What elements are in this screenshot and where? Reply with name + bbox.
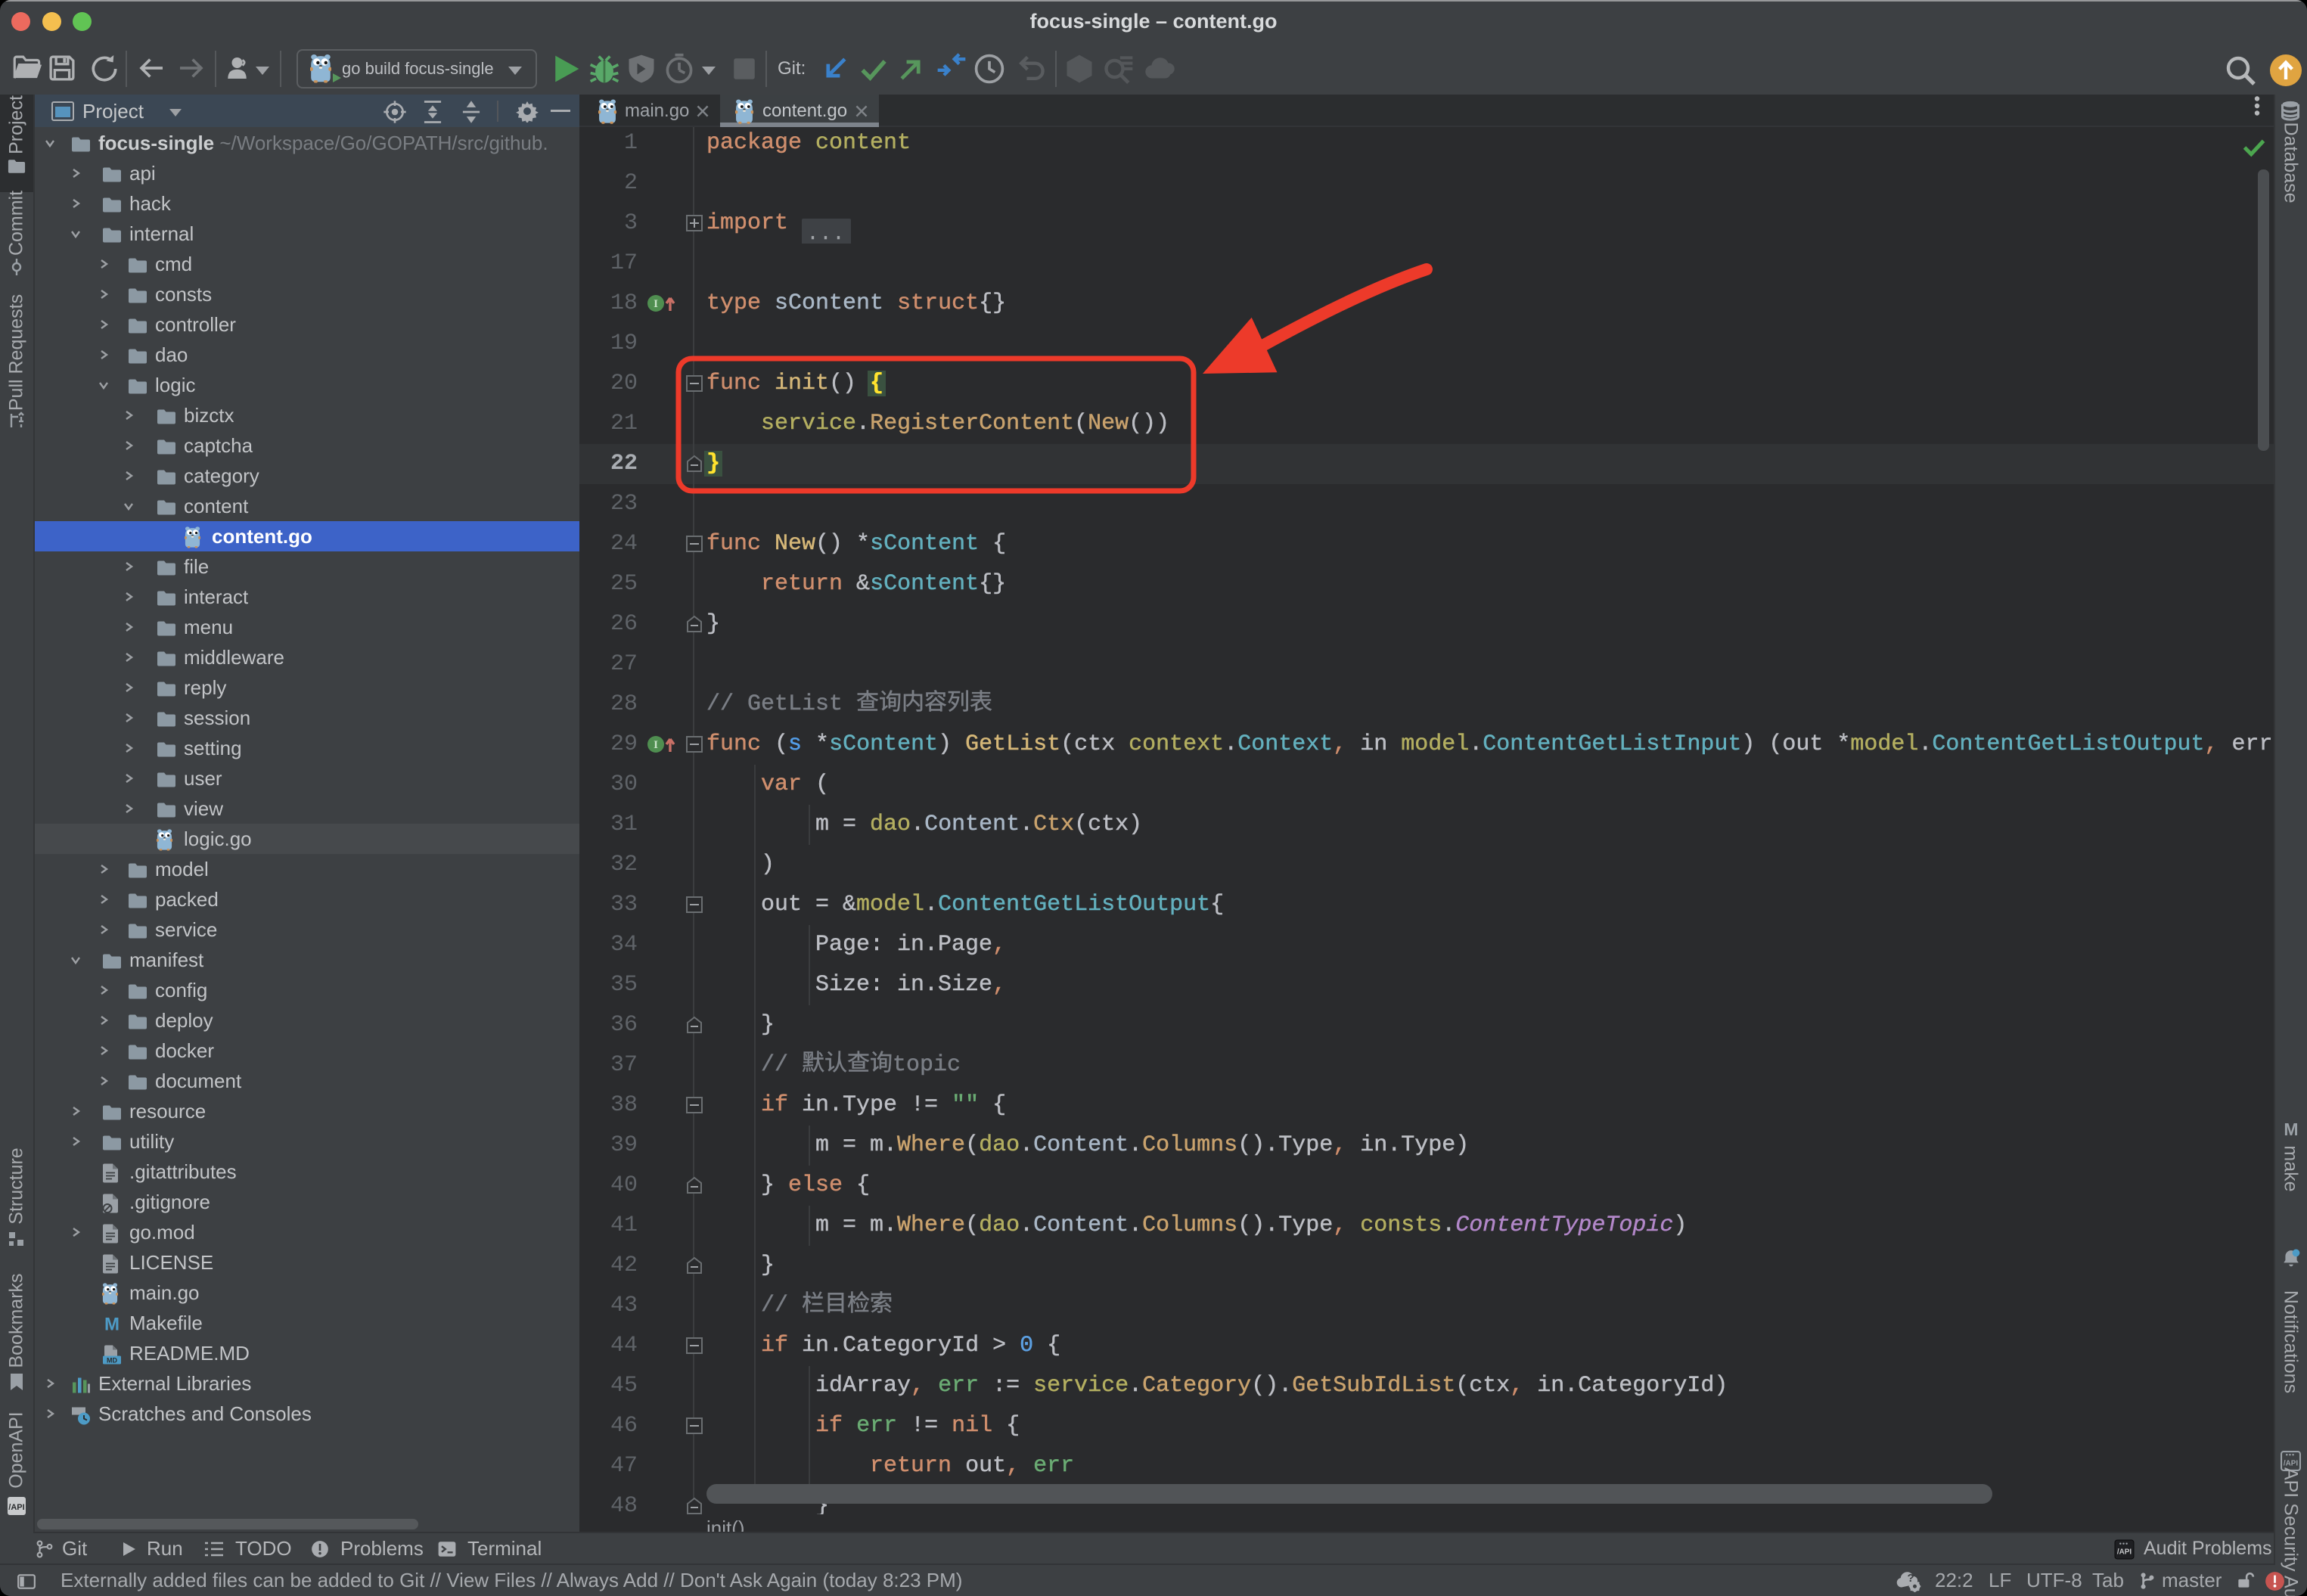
- svg-text:/API: /API: [2117, 1548, 2132, 1557]
- svg-text:I: I: [654, 298, 658, 310]
- svg-text:/API: /API: [8, 1503, 24, 1512]
- svg-text:I: I: [654, 739, 658, 751]
- svg-text:M: M: [2284, 1119, 2298, 1139]
